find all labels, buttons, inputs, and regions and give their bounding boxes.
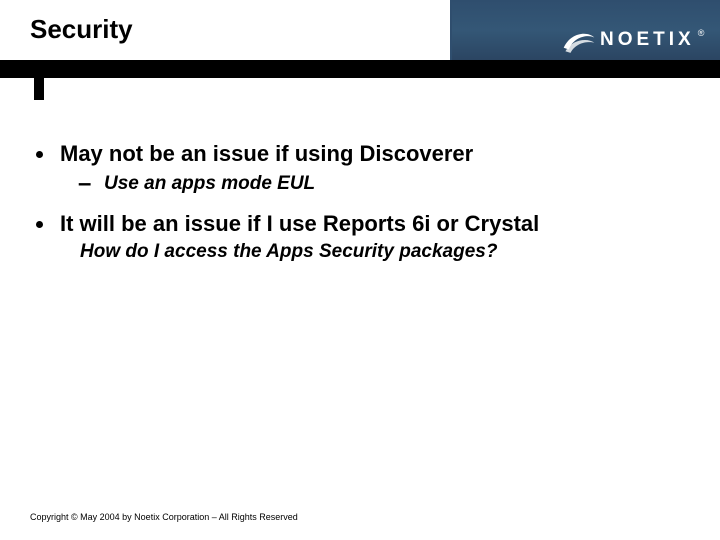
dash-icon: –	[78, 172, 91, 196]
bullet-list: May not be an issue if using Discoverer …	[36, 140, 690, 264]
bullet-dot-icon	[36, 151, 43, 158]
content-area: May not be an issue if using Discoverer …	[36, 140, 690, 278]
bullet-item: It will be an issue if I use Reports 6i …	[36, 210, 690, 264]
follow-text: How do I access the Apps Security packag…	[80, 240, 690, 265]
header-bar: Security NOETIX ®	[0, 0, 720, 78]
title-box: Security	[0, 0, 452, 60]
swoosh-icon	[562, 27, 596, 55]
page-title: Security	[30, 14, 133, 45]
title-spine	[34, 78, 44, 100]
sub-bullet-item: – Use an apps mode EUL	[60, 172, 690, 197]
header-black-strip	[0, 60, 720, 78]
bullet-item: May not be an issue if using Discoverer …	[36, 140, 690, 196]
sub-bullet-text: Use an apps mode EUL	[104, 172, 690, 197]
slide: Security NOETIX ® May not be an issue if…	[0, 0, 720, 540]
brand-logo: NOETIX ®	[562, 20, 702, 62]
brand-name: NOETIX	[600, 29, 695, 51]
sub-bullet-list: – Use an apps mode EUL	[60, 172, 690, 197]
bullet-text: May not be an issue if using Discoverer	[60, 140, 690, 168]
bullet-dot-icon	[36, 221, 43, 228]
bullet-text: It will be an issue if I use Reports 6i …	[60, 210, 690, 238]
copyright-footer: Copyright © May 2004 by Noetix Corporati…	[30, 512, 298, 522]
registered-mark: ®	[698, 28, 705, 38]
